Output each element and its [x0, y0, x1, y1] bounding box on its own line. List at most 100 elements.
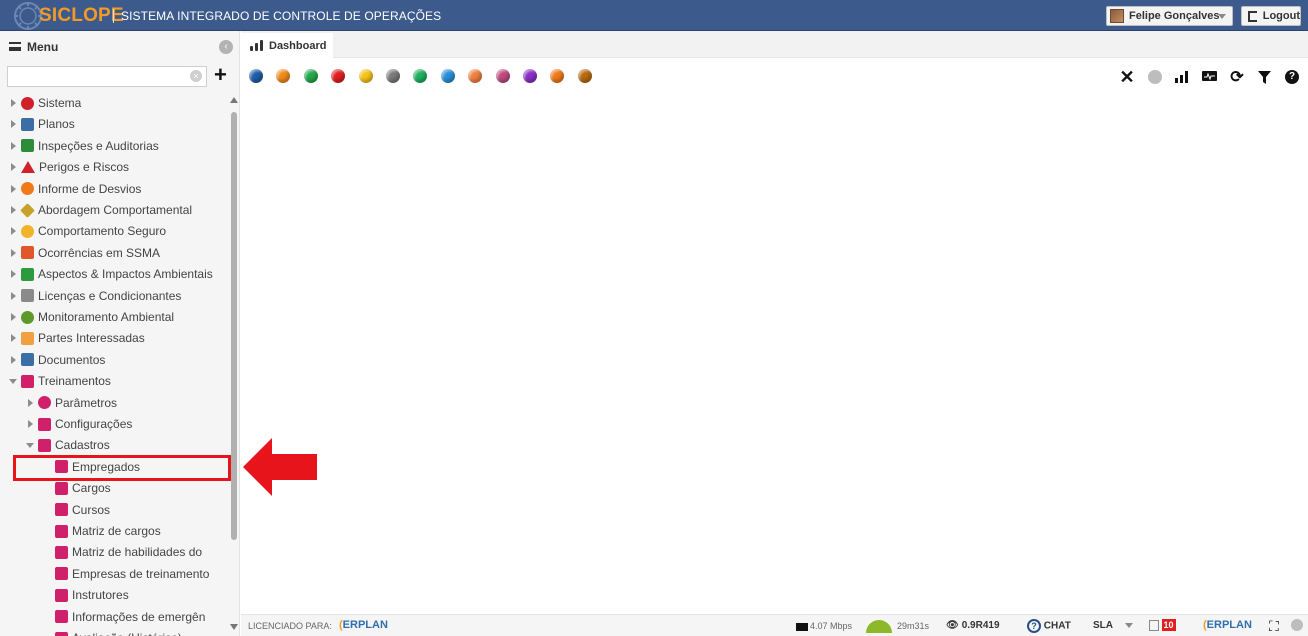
collapsed-arrow-icon[interactable]	[8, 184, 18, 193]
grid-icon	[55, 545, 68, 559]
status-dot[interactable]	[550, 69, 565, 83]
menu-item[interactable]: Planos	[8, 114, 75, 134]
status-dot[interactable]	[577, 69, 592, 83]
menu-item[interactable]: Configurações	[25, 414, 132, 434]
menu-item[interactable]: Cargos	[42, 478, 111, 498]
status-dot[interactable]	[385, 69, 400, 83]
signal-bars-icon	[250, 40, 263, 51]
circle-icon[interactable]	[1146, 68, 1164, 86]
collapsed-arrow-icon[interactable]	[8, 248, 18, 257]
status-dot-icon	[1291, 619, 1303, 633]
collapsed-arrow-icon[interactable]	[8, 355, 18, 364]
menu-item-label: Planos	[38, 117, 75, 132]
menu-item-label: Matriz de cargos	[72, 524, 161, 538]
status-dot[interactable]	[495, 69, 510, 83]
menu-item[interactable]: Inspeções e Auditorias	[8, 136, 159, 156]
menu-item[interactable]: Abordagem Comportamental	[8, 200, 192, 220]
menu-search-input[interactable]	[7, 66, 207, 87]
document-icon	[1149, 619, 1159, 631]
system-title: SISTEMA INTEGRADO DE CONTROLE DE OPERAÇÕ…	[121, 9, 442, 23]
speed-value: 4.07 Mbps	[810, 621, 853, 631]
expanded-arrow-icon[interactable]	[25, 442, 35, 448]
menu-item[interactable]: Sistema	[8, 93, 81, 113]
status-dot[interactable]	[468, 69, 483, 83]
monitor-icon[interactable]	[1201, 68, 1219, 86]
collapsed-arrow-icon[interactable]	[8, 334, 18, 343]
collapsed-arrow-icon[interactable]	[8, 206, 18, 214]
menu-item[interactable]: Licenças e Condicionantes	[8, 286, 181, 306]
sla-dropdown[interactable]: SLA	[1093, 620, 1134, 631]
close-icon[interactable]: ✕	[1118, 67, 1136, 87]
menu-item[interactable]: Matriz de habilidades do	[42, 542, 202, 562]
menu-item[interactable]: Matriz de cargos	[42, 521, 161, 541]
collapsed-arrow-icon[interactable]	[8, 163, 18, 172]
menu-item-label: Documentos	[38, 352, 106, 367]
collapsed-arrow-icon[interactable]	[8, 99, 18, 107]
menu-item-label: Abordagem Comportamental	[38, 203, 193, 217]
collapsed-arrow-icon[interactable]	[8, 141, 18, 150]
menu-item[interactable]: Treinamentos	[8, 371, 111, 391]
collapsed-arrow-icon[interactable]	[8, 270, 18, 279]
status-dot[interactable]	[413, 69, 428, 83]
fullscreen-icon[interactable]: ⛶	[1269, 618, 1279, 635]
menu-item[interactable]: Ocorrências em SSMA	[8, 243, 160, 263]
menu-item[interactable]: Monitoramento Ambiental	[8, 307, 174, 327]
collapsed-arrow-icon[interactable]	[8, 291, 18, 300]
menu-item[interactable]: Perigos e Riscos	[8, 157, 129, 177]
menu-item-label: Partes Interessadas	[38, 331, 145, 346]
chat-button[interactable]: ? CHAT	[1027, 619, 1071, 633]
add-icon[interactable]: +	[214, 64, 227, 86]
status-dot[interactable]	[440, 69, 455, 83]
menu-item[interactable]: Informe de Desvios	[8, 179, 141, 199]
chevron-down-icon	[1218, 14, 1226, 19]
menu-item[interactable]: Aspectos & Impactos Ambientais	[8, 264, 213, 284]
menu-item-label: Parâmetros	[55, 395, 118, 410]
logout-button[interactable]: Logout	[1241, 6, 1301, 26]
sidebar: Menu ‹ × + Sistema Planos Inspeções e Audi…	[0, 31, 240, 636]
signal-bars-icon[interactable]	[1173, 68, 1191, 86]
collapsed-arrow-icon[interactable]	[8, 120, 18, 129]
people-icon	[21, 331, 34, 345]
menu-item[interactable]: Documentos	[8, 350, 105, 370]
collapsed-arrow-icon[interactable]	[25, 420, 35, 428]
tab-dashboard[interactable]: Dashboard	[241, 33, 333, 58]
user-menu-button[interactable]: Felipe Gonçalves	[1106, 6, 1233, 26]
menu-item[interactable]: Informações de emergên	[42, 607, 205, 627]
help-icon[interactable]: ?	[1283, 68, 1301, 86]
scroll-up-icon[interactable]	[230, 97, 238, 103]
menu-item[interactable]: Cursos	[42, 500, 110, 520]
menu-item[interactable]: Parâmetros	[25, 393, 117, 413]
status-dot[interactable]	[303, 69, 318, 83]
logo: SICLOPE	[6, 1, 124, 31]
notifications[interactable]: 10	[1149, 619, 1176, 631]
collapsed-arrow-icon[interactable]	[8, 313, 18, 321]
menu-item-label: Instrutores	[72, 588, 129, 603]
status-dot[interactable]	[522, 69, 537, 83]
refresh-icon[interactable]: ⟳	[1228, 68, 1246, 86]
collapse-sidebar-button[interactable]: ‹	[219, 40, 233, 54]
avatar	[1110, 9, 1124, 23]
collapsed-arrow-icon[interactable]	[25, 398, 35, 407]
scroll-thumb[interactable]	[231, 112, 237, 540]
collapsed-arrow-icon[interactable]	[8, 227, 18, 236]
filter-icon[interactable]	[1256, 68, 1274, 86]
clear-search-icon[interactable]: ×	[190, 70, 202, 82]
status-dot[interactable]	[276, 69, 291, 83]
menu-item[interactable]: Comportamento Seguro	[8, 221, 166, 241]
status-dot[interactable]	[358, 69, 373, 83]
menu-item[interactable]: Instrutores	[42, 585, 129, 605]
menu-item[interactable]: Empresas de treinamento	[42, 564, 209, 584]
status-dot[interactable]	[249, 69, 263, 83]
menu-item[interactable]: Partes Interessadas	[8, 328, 145, 348]
menu-item-label: Cadastros	[55, 438, 110, 453]
expanded-arrow-icon[interactable]	[8, 378, 18, 384]
hamburger-icon[interactable]	[9, 42, 21, 51]
menu-item-label: Treinamentos	[38, 374, 111, 389]
status-dot[interactable]	[331, 69, 346, 83]
footer-logo: (ERPLAN	[1203, 619, 1252, 631]
menu-item[interactable]: Cadastros	[25, 435, 110, 455]
menu-item[interactable]: Avaliação (Histórico)	[42, 628, 182, 636]
sidebar-scrollbar[interactable]	[230, 97, 238, 630]
scroll-down-icon[interactable]	[230, 624, 238, 630]
session-time: 29m31s	[897, 620, 930, 631]
